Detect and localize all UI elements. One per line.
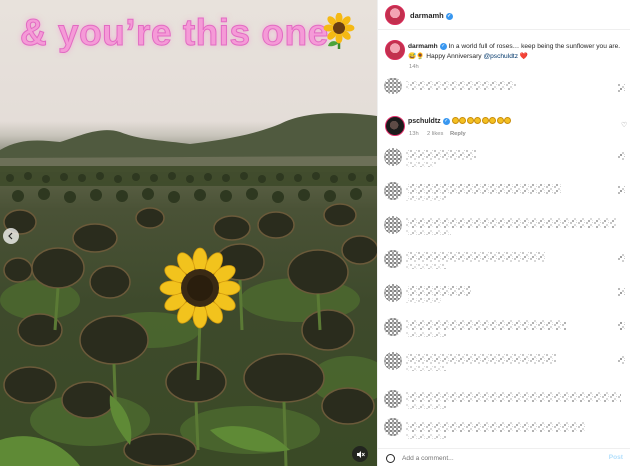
post-sidebar: darmamh ✓ darmamh ✓ In a world full of ros…	[377, 0, 630, 466]
sunflower-field-image	[0, 113, 377, 466]
caption-timestamp: 14h	[409, 64, 419, 70]
post-header: darmamh ✓	[378, 0, 630, 30]
verified-badge-icon: ✓	[445, 13, 453, 20]
sunflower-emoji-icon	[496, 117, 504, 124]
sunflower-emoji-icon	[481, 117, 489, 124]
sunflower-emoji-icon	[459, 117, 467, 124]
sunflower-emoji-icon	[466, 117, 474, 124]
post-media[interactable]: & you’re this one	[0, 0, 377, 466]
caption: darmamh ✓ In a world full of roses… keep …	[408, 42, 623, 61]
comment-avatar[interactable]	[385, 116, 405, 136]
comment-like-heart-icon[interactable]: ♡	[621, 121, 627, 129]
comment-reply-button[interactable]: Reply	[450, 131, 466, 137]
caption-avatar[interactable]	[385, 40, 405, 60]
sunflower-emoji-icon	[489, 117, 497, 124]
verified-badge-icon: ✓	[442, 118, 450, 125]
sunflower-emoji-icon	[451, 117, 459, 124]
overlay-caption-text: & you’re this one	[20, 12, 329, 54]
verified-badge-icon: ✓	[439, 43, 447, 50]
heart-emoji: ❤️	[519, 52, 529, 60]
emoji-picker-icon[interactable]	[386, 454, 395, 463]
caption-mention-link[interactable]: @pschuldtz	[483, 53, 518, 60]
speaker-muted-icon	[356, 450, 365, 458]
author-avatar[interactable]	[385, 5, 405, 25]
carousel-prev-button[interactable]	[3, 228, 19, 244]
chevron-left-icon	[8, 232, 13, 240]
sunflower-emoji-icon	[323, 13, 355, 49]
author-username-wrap[interactable]: darmamh ✓	[410, 11, 453, 20]
mute-button[interactable]	[352, 446, 368, 462]
comment-time: 13h	[409, 131, 419, 137]
comment-composer: Post	[378, 448, 630, 466]
comment-sunflowers	[451, 117, 512, 125]
author-username[interactable]: darmamh	[410, 11, 444, 20]
comment-input[interactable]	[402, 453, 582, 463]
comment-likes[interactable]: 2 likes	[427, 131, 443, 137]
post-comment-button[interactable]: Post	[609, 454, 623, 461]
comment-username[interactable]: pschuldtz	[408, 118, 441, 125]
caption-username[interactable]: darmamh	[408, 43, 438, 50]
comment-body: pschuldtz ✓	[408, 117, 512, 125]
sunflower-emoji-icon	[474, 117, 482, 124]
sunflower-emoji-icon	[504, 117, 512, 124]
